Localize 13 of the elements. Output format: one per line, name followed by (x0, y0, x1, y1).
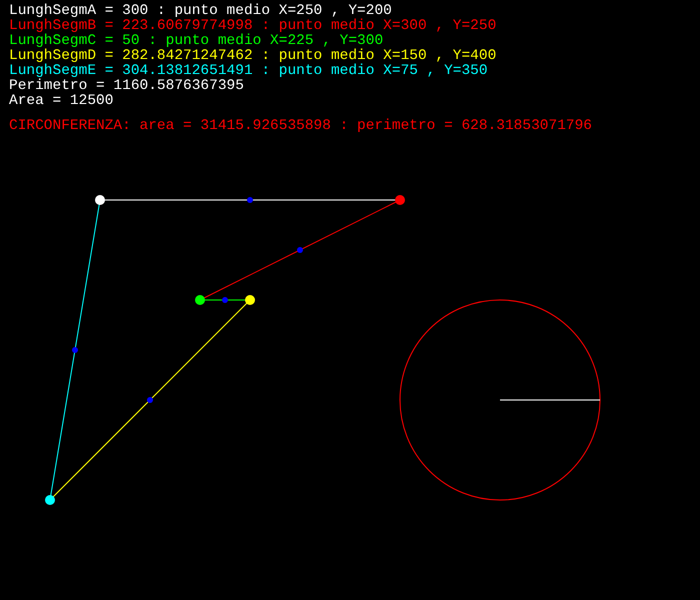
text-line: LunghSegmD = 282.84271247462 : punto medio X=150 , Y=400 (9, 49, 496, 64)
midpoint-dot (297, 247, 303, 253)
text-line: LunghSegmB = 223.60679774998 : punto medio X=300 , Y=250 (9, 19, 496, 34)
text-line: LunghSegmC = 50 : punto medio X=225 , Y=300 (9, 34, 384, 49)
text-line: Perimetro = 1160.5876367395 (9, 79, 244, 94)
text-line: LunghSegmA = 300 : punto medio X=250 , Y=200 (9, 4, 392, 19)
text-line: CIRCONFERENZA: area = 31415.926535898 : perimetro = 628.31853071796 (9, 119, 592, 134)
midpoint-dot (72, 347, 78, 353)
text-line: Area = 12500 (9, 94, 114, 109)
midpoint-dot (147, 397, 153, 403)
midpoint-dot (247, 197, 253, 203)
midpoint-dot (222, 297, 228, 303)
text-line: LunghSegmE = 304.13812651491 : punto medio X=75 , Y=350 (9, 64, 488, 79)
